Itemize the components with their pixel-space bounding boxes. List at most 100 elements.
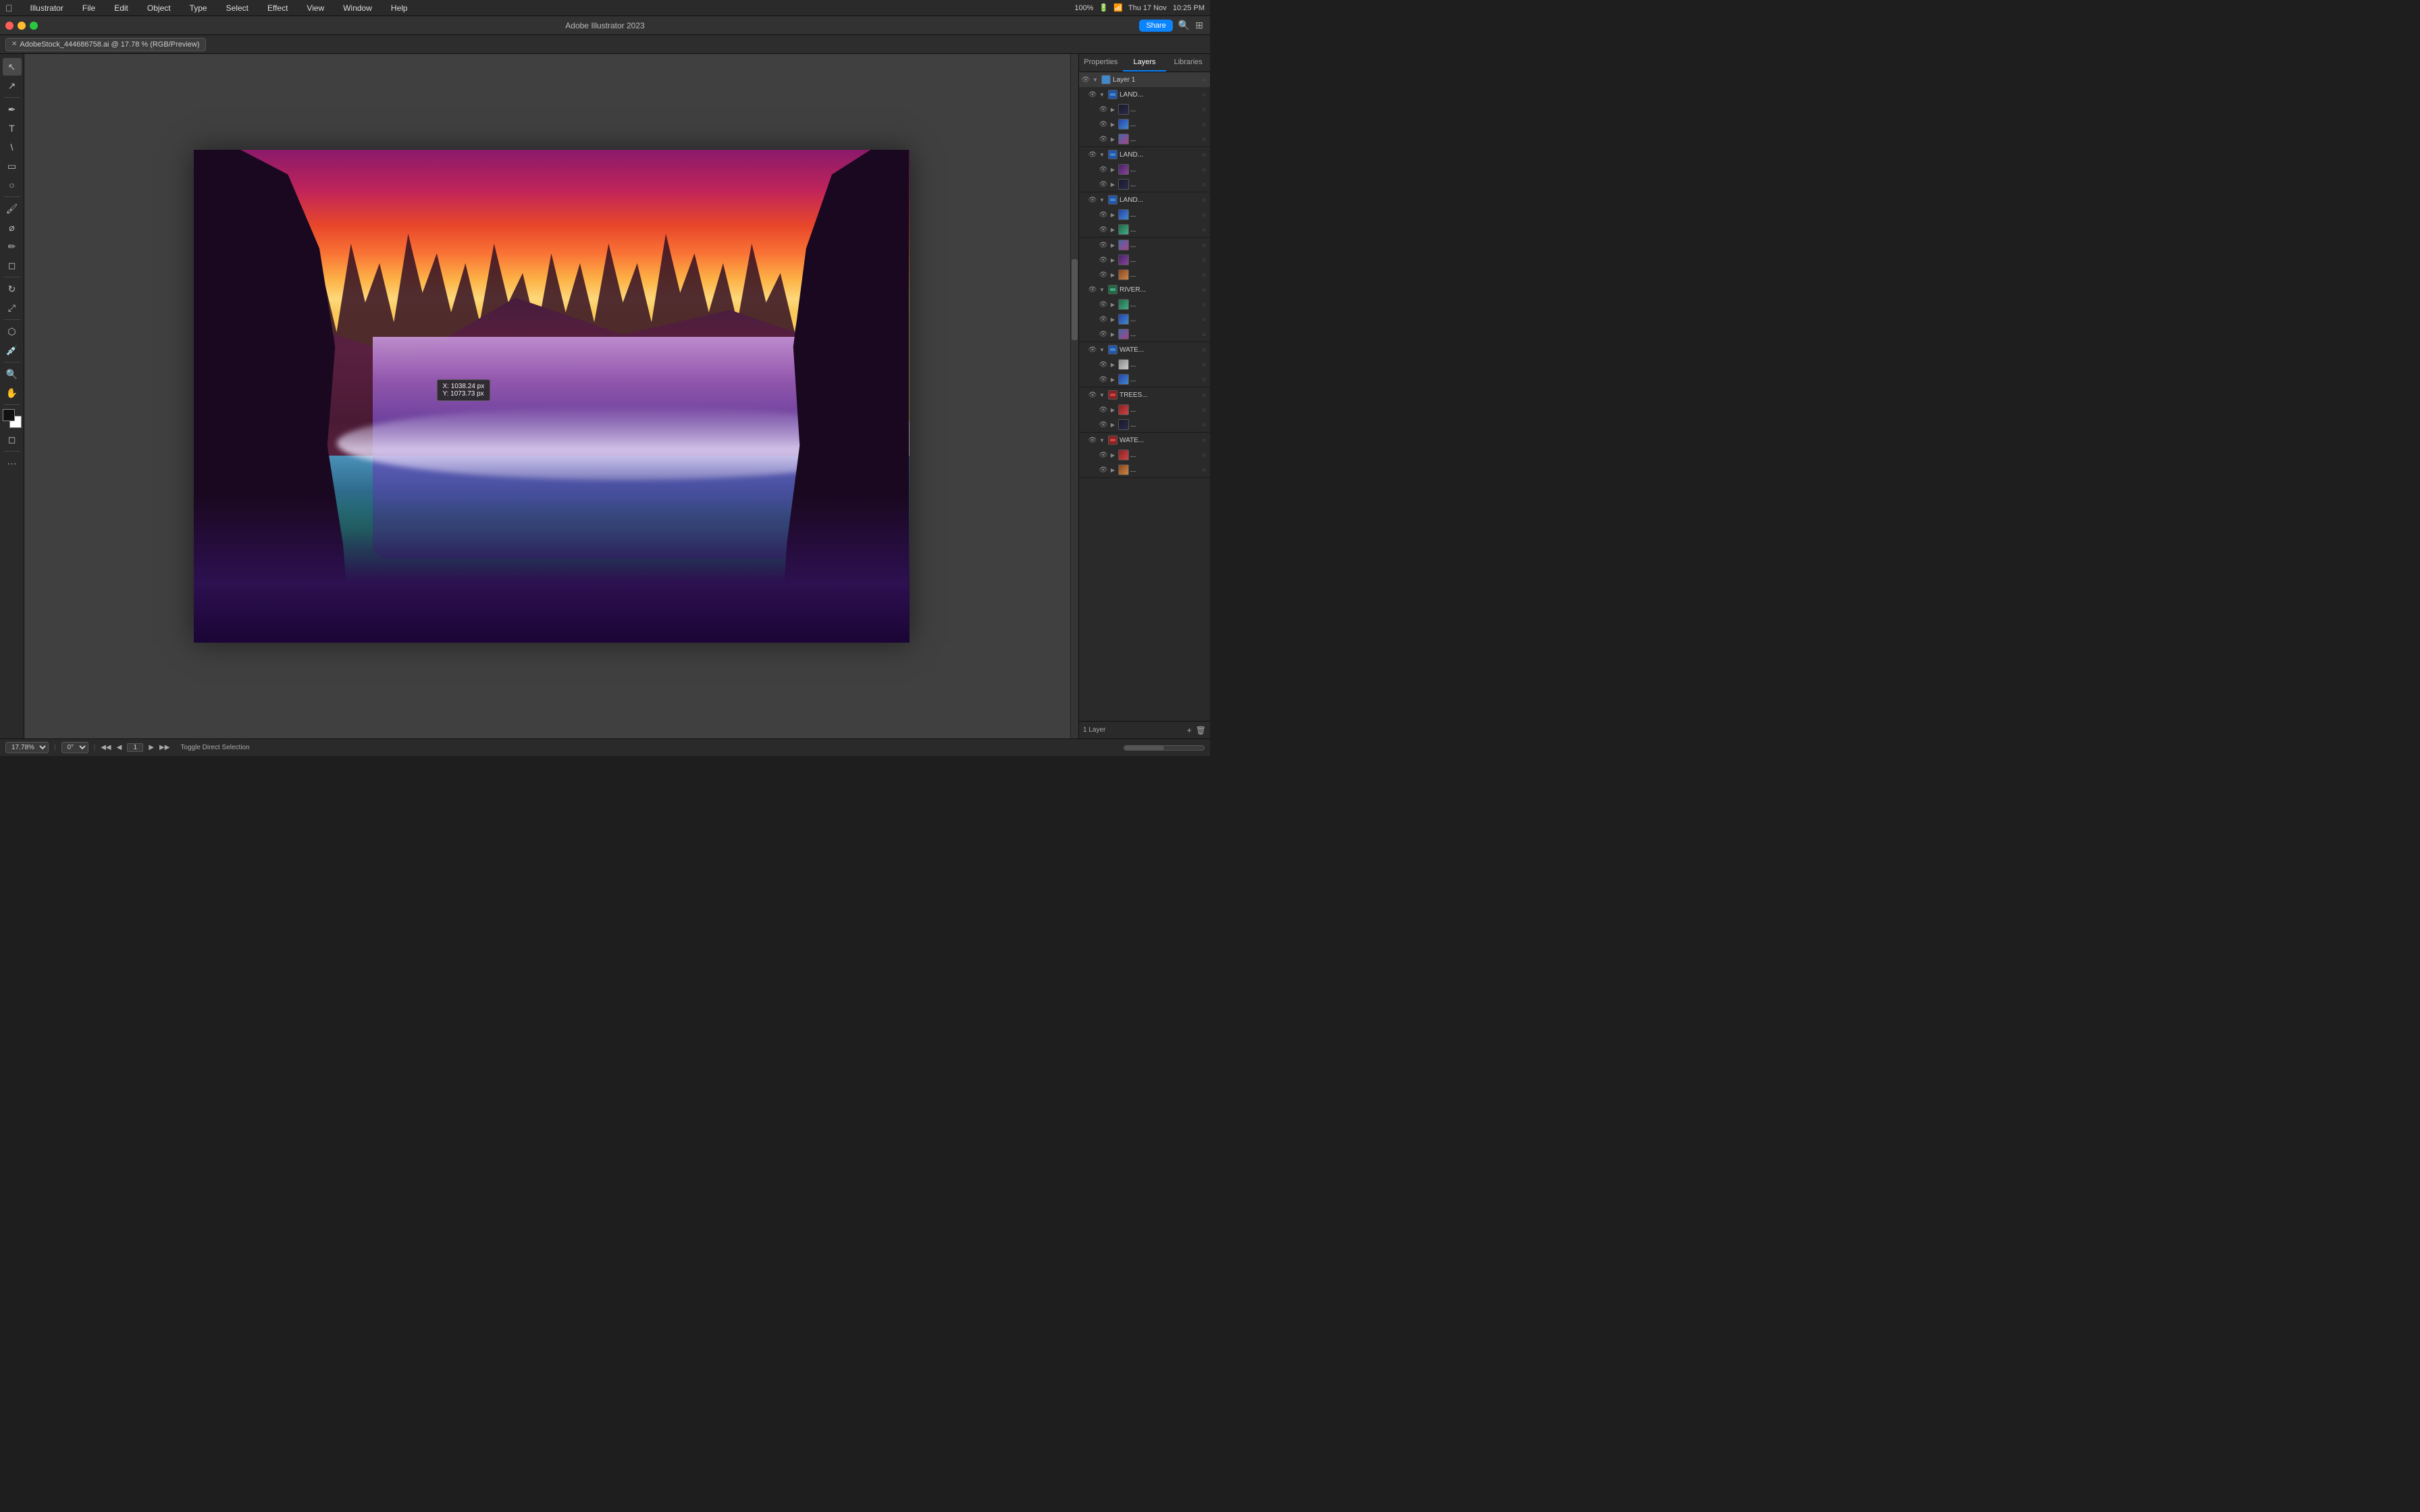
land1-expand-icon[interactable]: ▼ bbox=[1098, 90, 1106, 99]
water-vis-icon[interactable]: 👁 bbox=[1087, 344, 1098, 355]
main-layer-row[interactable]: 👁 ▼ Layer 1 ○ bbox=[1079, 72, 1210, 87]
tab-libraries[interactable]: Libraries bbox=[1166, 54, 1210, 72]
trees-sub1-expand[interactable]: ▶ bbox=[1109, 406, 1117, 414]
land1-row[interactable]: 👁 ▼ LAND... ○ bbox=[1079, 87, 1210, 102]
canvas-area[interactable]: X: 1038.24 px Y: 1073.73 px bbox=[24, 54, 1078, 738]
land3-sub1-lock[interactable]: ○ bbox=[1199, 210, 1209, 219]
river-sub1-vis[interactable]: 👁 bbox=[1098, 299, 1109, 310]
eyedropper-tool[interactable]: 💉 bbox=[3, 342, 22, 359]
layers-panel[interactable]: 👁 ▼ Layer 1 ○ 👁 ▼ LAND... ○ 👁 bbox=[1079, 72, 1210, 721]
rotate-tool[interactable]: ↻ bbox=[3, 280, 22, 298]
trees-lock[interactable]: ○ bbox=[1199, 390, 1209, 400]
paintbrush-tool[interactable]: 🖌 bbox=[3, 200, 22, 217]
misc3-row[interactable]: 👁 ▶ ... ○ bbox=[1079, 267, 1210, 282]
misc2-vis[interactable]: 👁 bbox=[1098, 254, 1109, 265]
grid-icon[interactable]: ⊞ bbox=[1195, 20, 1203, 31]
land3-sub1[interactable]: 👁 ▶ ... ○ bbox=[1079, 207, 1210, 222]
water2-row[interactable]: 👁 ▼ WATE... ○ bbox=[1079, 433, 1210, 448]
misc1-row[interactable]: 👁 ▶ ... ○ bbox=[1079, 238, 1210, 252]
misc3-expand[interactable]: ▶ bbox=[1109, 271, 1117, 279]
menu-file[interactable]: File bbox=[78, 2, 99, 14]
river-sub3-lock[interactable]: ○ bbox=[1199, 329, 1209, 339]
zoom-tool[interactable]: 🔍 bbox=[3, 365, 22, 383]
river-lock[interactable]: ○ bbox=[1199, 285, 1209, 294]
type-tool[interactable]: T bbox=[3, 119, 22, 137]
page-nav-last[interactable]: ▶▶ bbox=[159, 744, 169, 751]
land3-sub1-expand[interactable]: ▶ bbox=[1109, 211, 1117, 219]
scale-tool[interactable]: ⤢ bbox=[3, 299, 22, 317]
water-sub2-expand[interactable]: ▶ bbox=[1109, 375, 1117, 383]
river-row[interactable]: 👁 ▼ RIVER... ○ bbox=[1079, 282, 1210, 297]
tab-layers[interactable]: Layers bbox=[1123, 54, 1167, 72]
trees-row[interactable]: 👁 ▼ TREES... ○ bbox=[1079, 387, 1210, 402]
close-button[interactable] bbox=[5, 22, 14, 30]
minimize-button[interactable] bbox=[18, 22, 26, 30]
eraser-tool[interactable]: ◻ bbox=[3, 256, 22, 274]
land2-sub2-expand[interactable]: ▶ bbox=[1109, 180, 1117, 188]
river-expand-icon[interactable]: ▼ bbox=[1098, 286, 1106, 294]
layer1-visibility-icon[interactable]: 👁 bbox=[1080, 74, 1091, 85]
land1-sub2-expand[interactable]: ▶ bbox=[1109, 120, 1117, 128]
menu-edit[interactable]: Edit bbox=[110, 2, 132, 14]
maximize-button[interactable] bbox=[30, 22, 38, 30]
direct-selection-tool[interactable]: ↗ bbox=[3, 77, 22, 94]
misc2-expand[interactable]: ▶ bbox=[1109, 256, 1117, 264]
land1-sub1-vis[interactable]: 👁 bbox=[1098, 104, 1109, 115]
line-tool[interactable]: \ bbox=[3, 138, 22, 156]
land3-lock[interactable]: ○ bbox=[1199, 195, 1209, 205]
water-sub2-vis[interactable]: 👁 bbox=[1098, 374, 1109, 385]
tab-properties[interactable]: Properties bbox=[1079, 54, 1123, 72]
river-sub2-vis[interactable]: 👁 bbox=[1098, 314, 1109, 325]
menu-view[interactable]: View bbox=[302, 2, 328, 14]
river-sub2-expand[interactable]: ▶ bbox=[1109, 315, 1117, 323]
land3-row[interactable]: 👁 ▼ LAND... ○ bbox=[1079, 192, 1210, 207]
land2-row[interactable]: 👁 ▼ LAND... ○ bbox=[1079, 147, 1210, 162]
land2-sub1[interactable]: 👁 ▶ ... ○ bbox=[1079, 162, 1210, 177]
water2-lock[interactable]: ○ bbox=[1199, 435, 1209, 445]
trees-sub2-expand[interactable]: ▶ bbox=[1109, 421, 1117, 429]
layer1-expand-icon[interactable]: ▼ bbox=[1091, 76, 1099, 84]
water2-sub2-vis[interactable]: 👁 bbox=[1098, 464, 1109, 475]
page-nav-prev[interactable]: ◀◀ bbox=[101, 744, 111, 751]
water2-vis-icon[interactable]: 👁 bbox=[1087, 435, 1098, 446]
river-sub1-expand[interactable]: ▶ bbox=[1109, 300, 1117, 308]
water-row[interactable]: 👁 ▼ WATE... ○ bbox=[1079, 342, 1210, 357]
page-nav-back[interactable]: ◀ bbox=[117, 744, 122, 751]
trees-sub1-vis[interactable]: 👁 bbox=[1098, 404, 1109, 415]
menu-window[interactable]: Window bbox=[339, 2, 376, 14]
ellipse-tool[interactable]: ○ bbox=[3, 176, 22, 194]
page-number-input[interactable] bbox=[127, 743, 143, 752]
land1-sub2-lock[interactable]: ○ bbox=[1199, 119, 1209, 129]
water2-sub2[interactable]: 👁 ▶ ... ○ bbox=[1079, 462, 1210, 477]
menu-effect[interactable]: Effect bbox=[263, 2, 292, 14]
add-layer-icon[interactable]: + bbox=[1187, 726, 1192, 735]
drawing-mode-btn[interactable]: ◻ bbox=[3, 431, 22, 448]
document-tab[interactable]: ✕ AdobeStock_444686758.ai @ 17.78 % (RGB… bbox=[5, 38, 206, 51]
delete-layer-icon[interactable]: 🗑 bbox=[1196, 726, 1206, 735]
water-sub1-expand[interactable]: ▶ bbox=[1109, 360, 1117, 369]
water-sub1-vis[interactable]: 👁 bbox=[1098, 359, 1109, 370]
misc1-vis[interactable]: 👁 bbox=[1098, 240, 1109, 250]
land1-sub2-vis[interactable]: 👁 bbox=[1098, 119, 1109, 130]
water2-sub2-lock[interactable]: ○ bbox=[1199, 465, 1209, 475]
river-sub3-vis[interactable]: 👁 bbox=[1098, 329, 1109, 340]
land1-sub3[interactable]: 👁 ▶ ... ○ bbox=[1079, 132, 1210, 146]
page-nav-fwd[interactable]: ▶ bbox=[149, 744, 154, 751]
water-lock[interactable]: ○ bbox=[1199, 345, 1209, 354]
water-sub1-lock[interactable]: ○ bbox=[1199, 360, 1209, 369]
more-tools-btn[interactable]: ··· bbox=[3, 454, 22, 472]
land2-expand-icon[interactable]: ▼ bbox=[1098, 151, 1106, 159]
trees-sub2-lock[interactable]: ○ bbox=[1199, 420, 1209, 429]
land3-sub2-expand[interactable]: ▶ bbox=[1109, 225, 1117, 234]
share-button[interactable]: Share bbox=[1139, 20, 1172, 32]
menu-type[interactable]: Type bbox=[186, 2, 211, 14]
river-vis-icon[interactable]: 👁 bbox=[1087, 284, 1098, 295]
land3-sub2-vis[interactable]: 👁 bbox=[1098, 224, 1109, 235]
misc2-row[interactable]: 👁 ▶ ... ○ bbox=[1079, 252, 1210, 267]
misc3-vis[interactable]: 👁 bbox=[1098, 269, 1109, 280]
land3-vis-icon[interactable]: 👁 bbox=[1087, 194, 1098, 205]
tab-close-icon[interactable]: ✕ bbox=[11, 40, 17, 48]
land1-lock[interactable]: ○ bbox=[1199, 90, 1209, 99]
water2-sub1-lock[interactable]: ○ bbox=[1199, 450, 1209, 460]
water2-sub1-vis[interactable]: 👁 bbox=[1098, 450, 1109, 460]
